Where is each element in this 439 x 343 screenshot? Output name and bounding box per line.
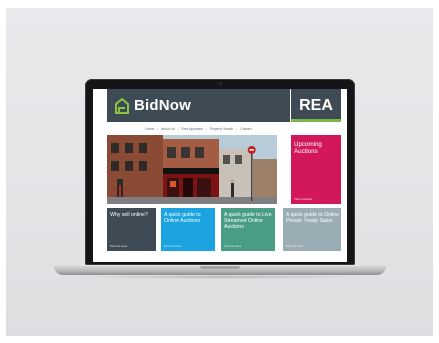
nav-separator: | <box>236 126 238 131</box>
nav-item-home[interactable]: Home <box>145 127 154 131</box>
base-notch <box>200 266 240 269</box>
live-streamed-auctions-guide-tile[interactable]: A quick guide to Live Streamed Online Au… <box>221 208 275 251</box>
tile-title: A quick guide to Online Private Treaty S… <box>286 212 340 224</box>
brand-bar[interactable]: BidNow <box>107 89 290 122</box>
tile-link[interactable]: Find out more <box>164 244 181 248</box>
tile-link[interactable]: Find out more <box>224 244 241 248</box>
hero-street-photo <box>107 135 277 204</box>
private-treaty-guide-tile[interactable]: A quick guide to Online Private Treaty S… <box>283 208 341 251</box>
main-nav: Home | About Us | Free Appraisal | Prope… <box>107 125 290 132</box>
nav-item-property-search[interactable]: Property Search <box>210 127 234 131</box>
house-logo-icon <box>115 97 129 114</box>
laptop-lid: BidNow REA Home | About Us | Free Apprai… <box>85 79 355 265</box>
view-schedule-link[interactable]: View Schedule <box>294 197 312 201</box>
tile-link[interactable]: Find out more <box>286 244 303 248</box>
site-header: BidNow REA <box>93 89 347 122</box>
nav-item-contact[interactable]: Contact <box>240 127 251 131</box>
tile-title: A quick guide to Online Auctions <box>164 212 201 224</box>
hero-image <box>107 135 277 204</box>
tile-title: A quick guide to Live Streamed Online Au… <box>224 212 272 230</box>
laptop-shadow <box>70 275 370 279</box>
upcoming-auctions-tile[interactable]: Upcoming Auctions View Schedule <box>291 135 341 204</box>
laptop-screen: BidNow REA Home | About Us | Free Apprai… <box>93 89 347 262</box>
nav-item-appraisal[interactable]: Free Appraisal <box>181 127 202 131</box>
nav-item-about[interactable]: About Us <box>161 127 175 131</box>
brand-name: BidNow <box>134 97 192 114</box>
tile-title: Why sell online? <box>110 212 148 218</box>
nav-separator: | <box>157 126 159 131</box>
nav-separator: | <box>205 126 207 131</box>
why-sell-online-tile[interactable]: Why sell online? Find out more <box>107 208 156 251</box>
partner-logo[interactable]: REA <box>291 89 341 122</box>
laptop-base <box>54 266 386 275</box>
online-auctions-guide-tile[interactable]: A quick guide to Online Auctions Find ou… <box>161 208 215 251</box>
camera-dot <box>219 82 222 85</box>
tile-link[interactable]: Find out more <box>110 244 127 248</box>
nav-separator: | <box>177 126 179 131</box>
upcoming-title: Upcoming Auctions <box>294 141 322 155</box>
